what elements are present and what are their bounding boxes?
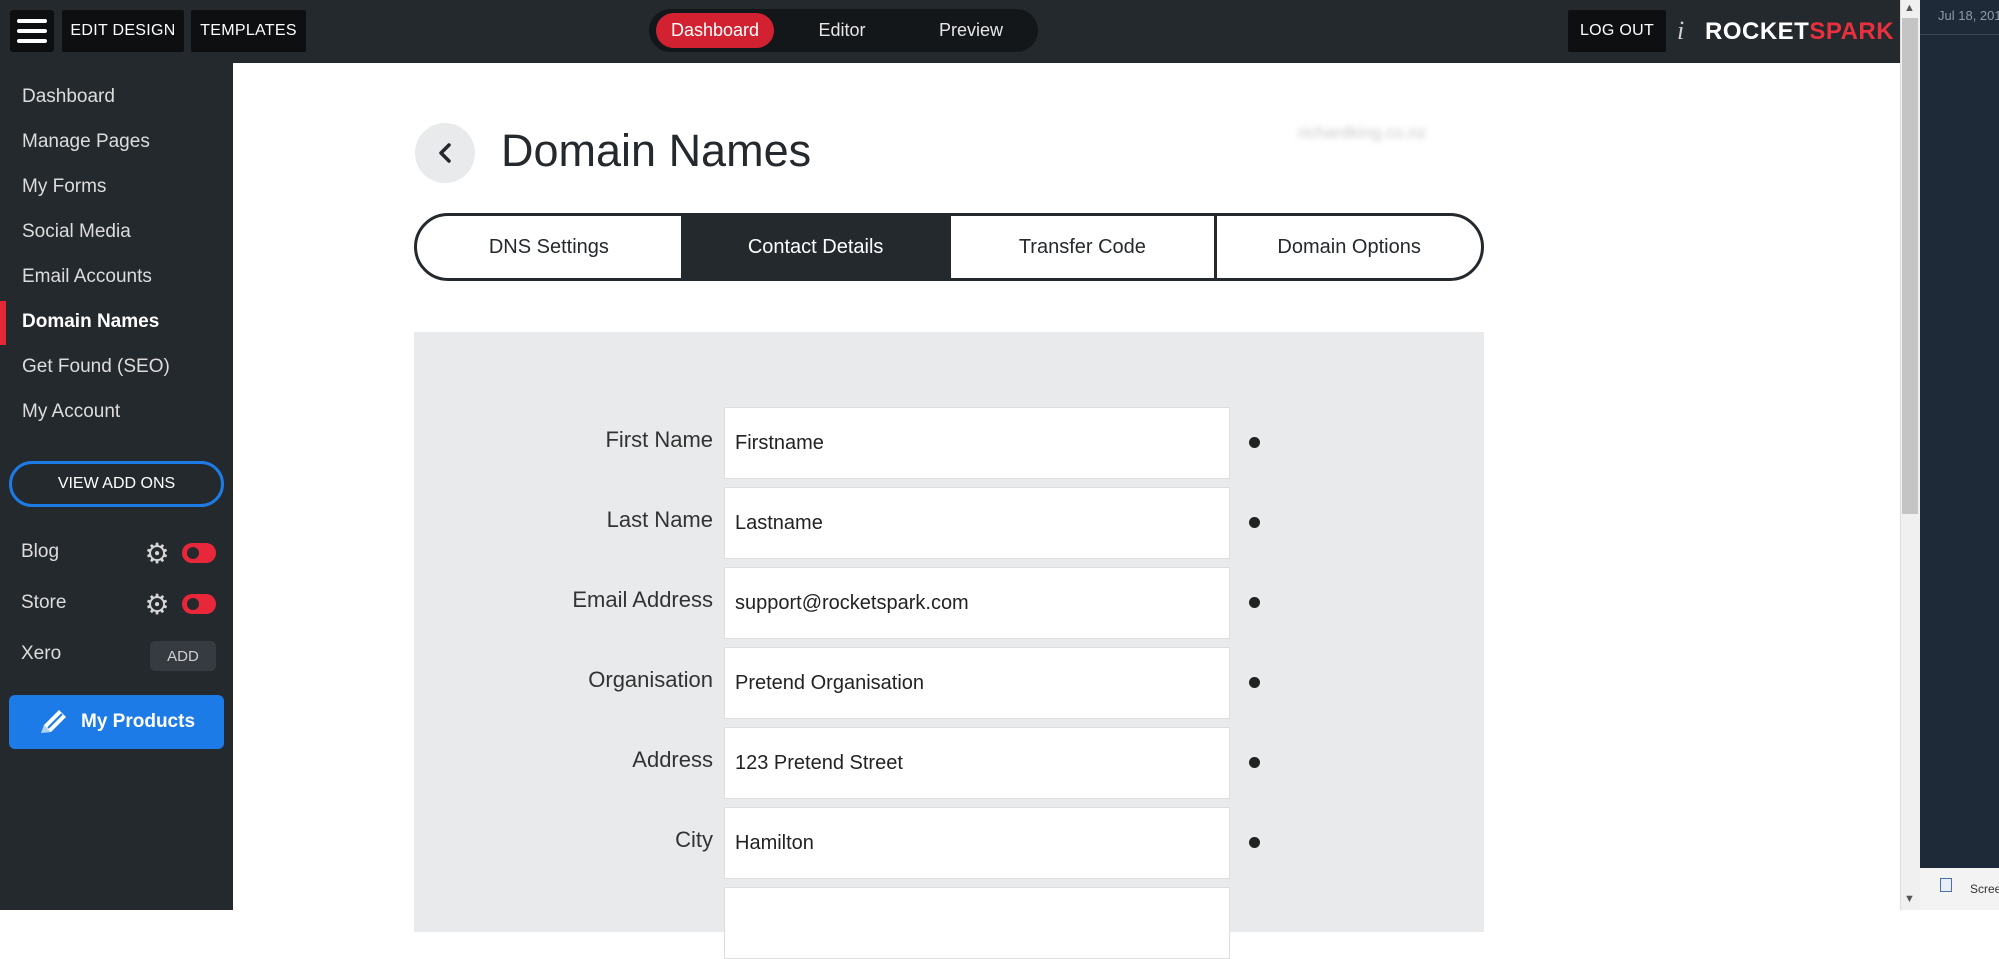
organisation-label: Organisation <box>588 667 713 692</box>
page-title: Domain Names <box>501 125 812 176</box>
city-field[interactable]: Hamilton <box>724 807 1230 879</box>
form-row: Address 123 Pretend Street <box>414 727 1484 799</box>
blog-gear-icon[interactable]: ⚙ <box>143 540 171 568</box>
sidebar-item-dashboard[interactable]: Dashboard <box>22 86 115 108</box>
templates-button[interactable]: TEMPLATES <box>191 10 306 52</box>
tab-domain-options[interactable]: Domain Options <box>1214 216 1481 278</box>
email-address-field[interactable]: support@rocketspark.com <box>724 567 1230 639</box>
sidebar-item-social-media[interactable]: Social Media <box>22 221 131 243</box>
required-indicator <box>1249 677 1260 688</box>
xero-add-button[interactable]: ADD <box>150 641 216 671</box>
panel-divider <box>1920 34 1999 35</box>
main-content: Domain Names richardking.co.nz DNS Setti… <box>233 63 1900 959</box>
xero-label: Xero <box>21 643 62 664</box>
city-label: City <box>675 827 713 852</box>
mode-switcher: Dashboard Editor Preview <box>649 9 1038 52</box>
last-name-field[interactable]: Lastname <box>724 487 1230 559</box>
sidebar-item-manage-pages[interactable]: Manage Pages <box>22 131 150 153</box>
email-address-label: Email Address <box>572 587 713 612</box>
next-field[interactable] <box>724 887 1230 959</box>
first-name-field[interactable]: Firstname <box>724 407 1230 479</box>
store-label: Store <box>21 592 67 613</box>
required-indicator <box>1249 837 1260 848</box>
blog-toggle[interactable] <box>182 543 216 563</box>
address-field[interactable]: 123 Pretend Street <box>724 727 1230 799</box>
editor-mode-button[interactable]: Editor <box>787 13 897 48</box>
store-gear-icon[interactable]: ⚙ <box>143 591 171 619</box>
edit-design-button[interactable]: EDIT DESIGN <box>62 10 184 52</box>
first-name-label: First Name <box>605 427 713 452</box>
required-indicator <box>1249 597 1260 608</box>
tab-transfer-code[interactable]: Transfer Code <box>947 216 1215 278</box>
sidebar-item-domain-names[interactable]: Domain Names <box>22 311 159 333</box>
hamburger-menu-icon[interactable] <box>10 10 54 52</box>
pencil-icon <box>41 710 66 733</box>
logout-button[interactable]: LOG OUT <box>1568 10 1666 52</box>
panel-footer: Screenshot <box>1920 868 1999 910</box>
blog-label: Blog <box>21 541 60 562</box>
form-row: First Name Firstname <box>414 407 1484 479</box>
scroll-down-icon[interactable]: ▼ <box>1904 893 1915 905</box>
my-products-label: My Products <box>81 711 196 732</box>
organisation-field[interactable]: Pretend Organisation <box>724 647 1230 719</box>
scrollbar-thumb[interactable] <box>1902 18 1918 514</box>
contact-form: First Name Firstname Last Name Lastname … <box>414 332 1484 959</box>
sidebar: Dashboard Manage Pages My Forms Social M… <box>0 63 233 910</box>
form-row: Last Name Lastname <box>414 487 1484 559</box>
panel-footer-text[interactable]: Screenshot <box>1970 882 1999 896</box>
domain-name-text: richardking.co.nz <box>1298 123 1427 142</box>
required-indicator <box>1249 757 1260 768</box>
tab-contact-details[interactable]: Contact Details <box>680 216 948 278</box>
required-indicator <box>1249 437 1260 448</box>
store-toggle[interactable] <box>182 594 216 614</box>
sidebar-item-my-account[interactable]: My Account <box>22 401 120 423</box>
dashboard-mode-button[interactable]: Dashboard <box>656 13 774 48</box>
my-products-button[interactable]: My Products <box>9 695 224 749</box>
logo-part-1: ROCKET <box>1705 18 1810 45</box>
active-item-indicator <box>0 301 6 345</box>
form-row <box>414 887 1484 959</box>
domain-tabs: DNS Settings Contact Details Transfer Co… <box>414 213 1484 281</box>
document-icon <box>1940 878 1952 892</box>
logo-part-2: SPARK <box>1809 18 1895 45</box>
info-icon[interactable]: i <box>1677 16 1684 46</box>
tab-dns-settings[interactable]: DNS Settings <box>417 216 681 278</box>
sidebar-item-email-accounts[interactable]: Email Accounts <box>22 266 152 288</box>
chevron-left-icon <box>439 143 451 163</box>
side-panel: Jul 18, 2018 Screenshot <box>1920 0 1999 910</box>
view-add-ons-button[interactable]: VIEW ADD ONS <box>9 461 224 507</box>
form-row: City Hamilton <box>414 807 1484 879</box>
form-row: Email Address support@rocketspark.com <box>414 567 1484 639</box>
required-indicator <box>1249 517 1260 528</box>
top-bar: EDIT DESIGN TEMPLATES Dashboard Editor P… <box>0 0 1900 63</box>
preview-mode-button[interactable]: Preview <box>911 13 1031 48</box>
address-label: Address <box>632 747 713 772</box>
form-row: Organisation Pretend Organisation <box>414 647 1484 719</box>
scroll-up-icon[interactable]: ▲ <box>1904 2 1915 14</box>
sidebar-item-get-found-seo[interactable]: Get Found (SEO) <box>22 356 170 378</box>
rocketspark-logo: ROCKETSPARK <box>1705 18 1894 46</box>
sidebar-item-my-forms[interactable]: My Forms <box>22 176 106 198</box>
last-name-label: Last Name <box>606 507 713 532</box>
panel-date: Jul 18, 2018 <box>1938 8 1999 23</box>
back-button[interactable] <box>415 123 475 183</box>
